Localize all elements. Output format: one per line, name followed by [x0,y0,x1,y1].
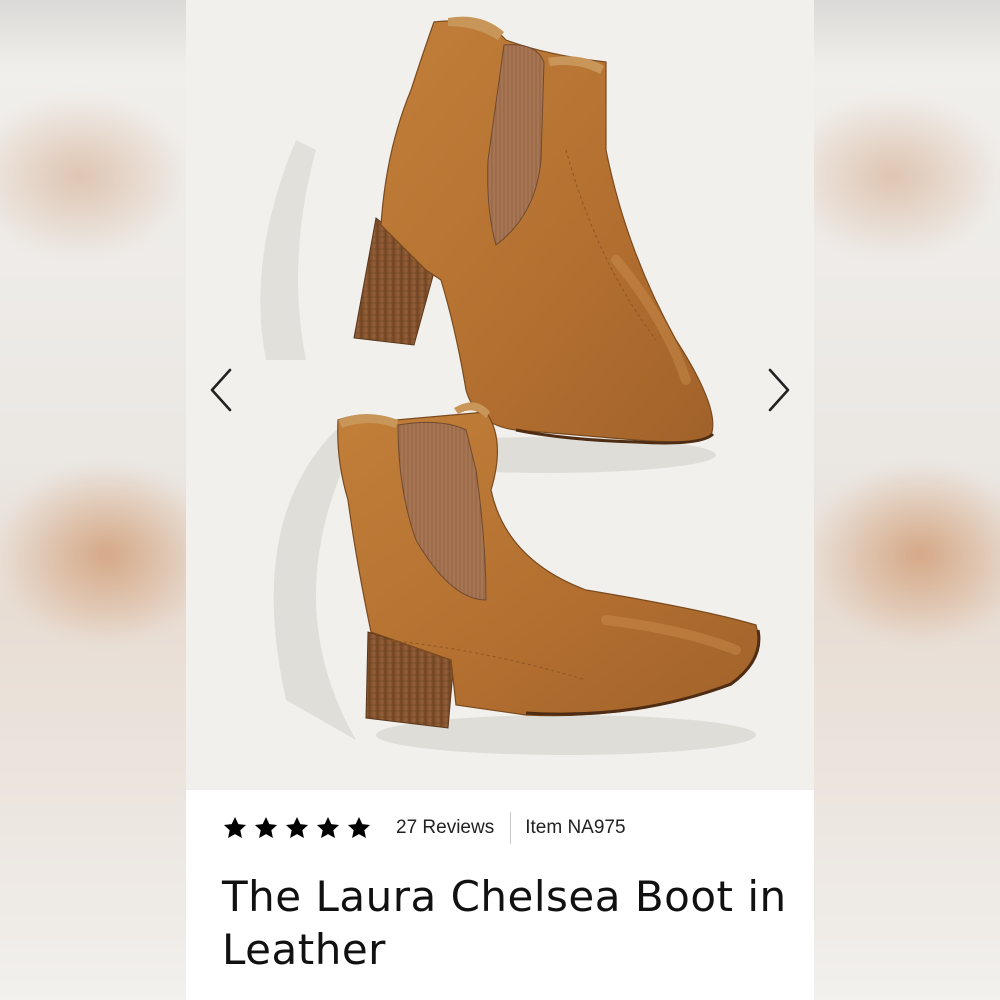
meta-divider [510,812,512,844]
star-icon [254,816,278,838]
star-rating[interactable] [222,815,372,841]
blurred-backdrop-left [0,0,186,1000]
product-card: 27 Reviews Item NA975 The Laura Chelsea … [186,0,814,1000]
carousel-next-button[interactable] [754,360,804,420]
chevron-left-icon [210,368,232,412]
blurred-backdrop-right [813,0,1000,1000]
top-boot [353,16,715,445]
star-icon [316,816,340,838]
item-number: Item NA975 [525,817,626,838]
star-icon [347,816,371,838]
star-icon [223,816,247,838]
reviews-link[interactable]: 27 Reviews [396,817,494,839]
chevron-right-icon [768,368,790,412]
product-image[interactable] [186,0,814,790]
product-meta-row: 27 Reviews Item NA975 [222,808,626,848]
carousel-prev-button[interactable] [196,360,246,420]
star-icon [285,816,309,838]
product-title: The Laura Chelsea Boot in Leather [222,872,787,974]
